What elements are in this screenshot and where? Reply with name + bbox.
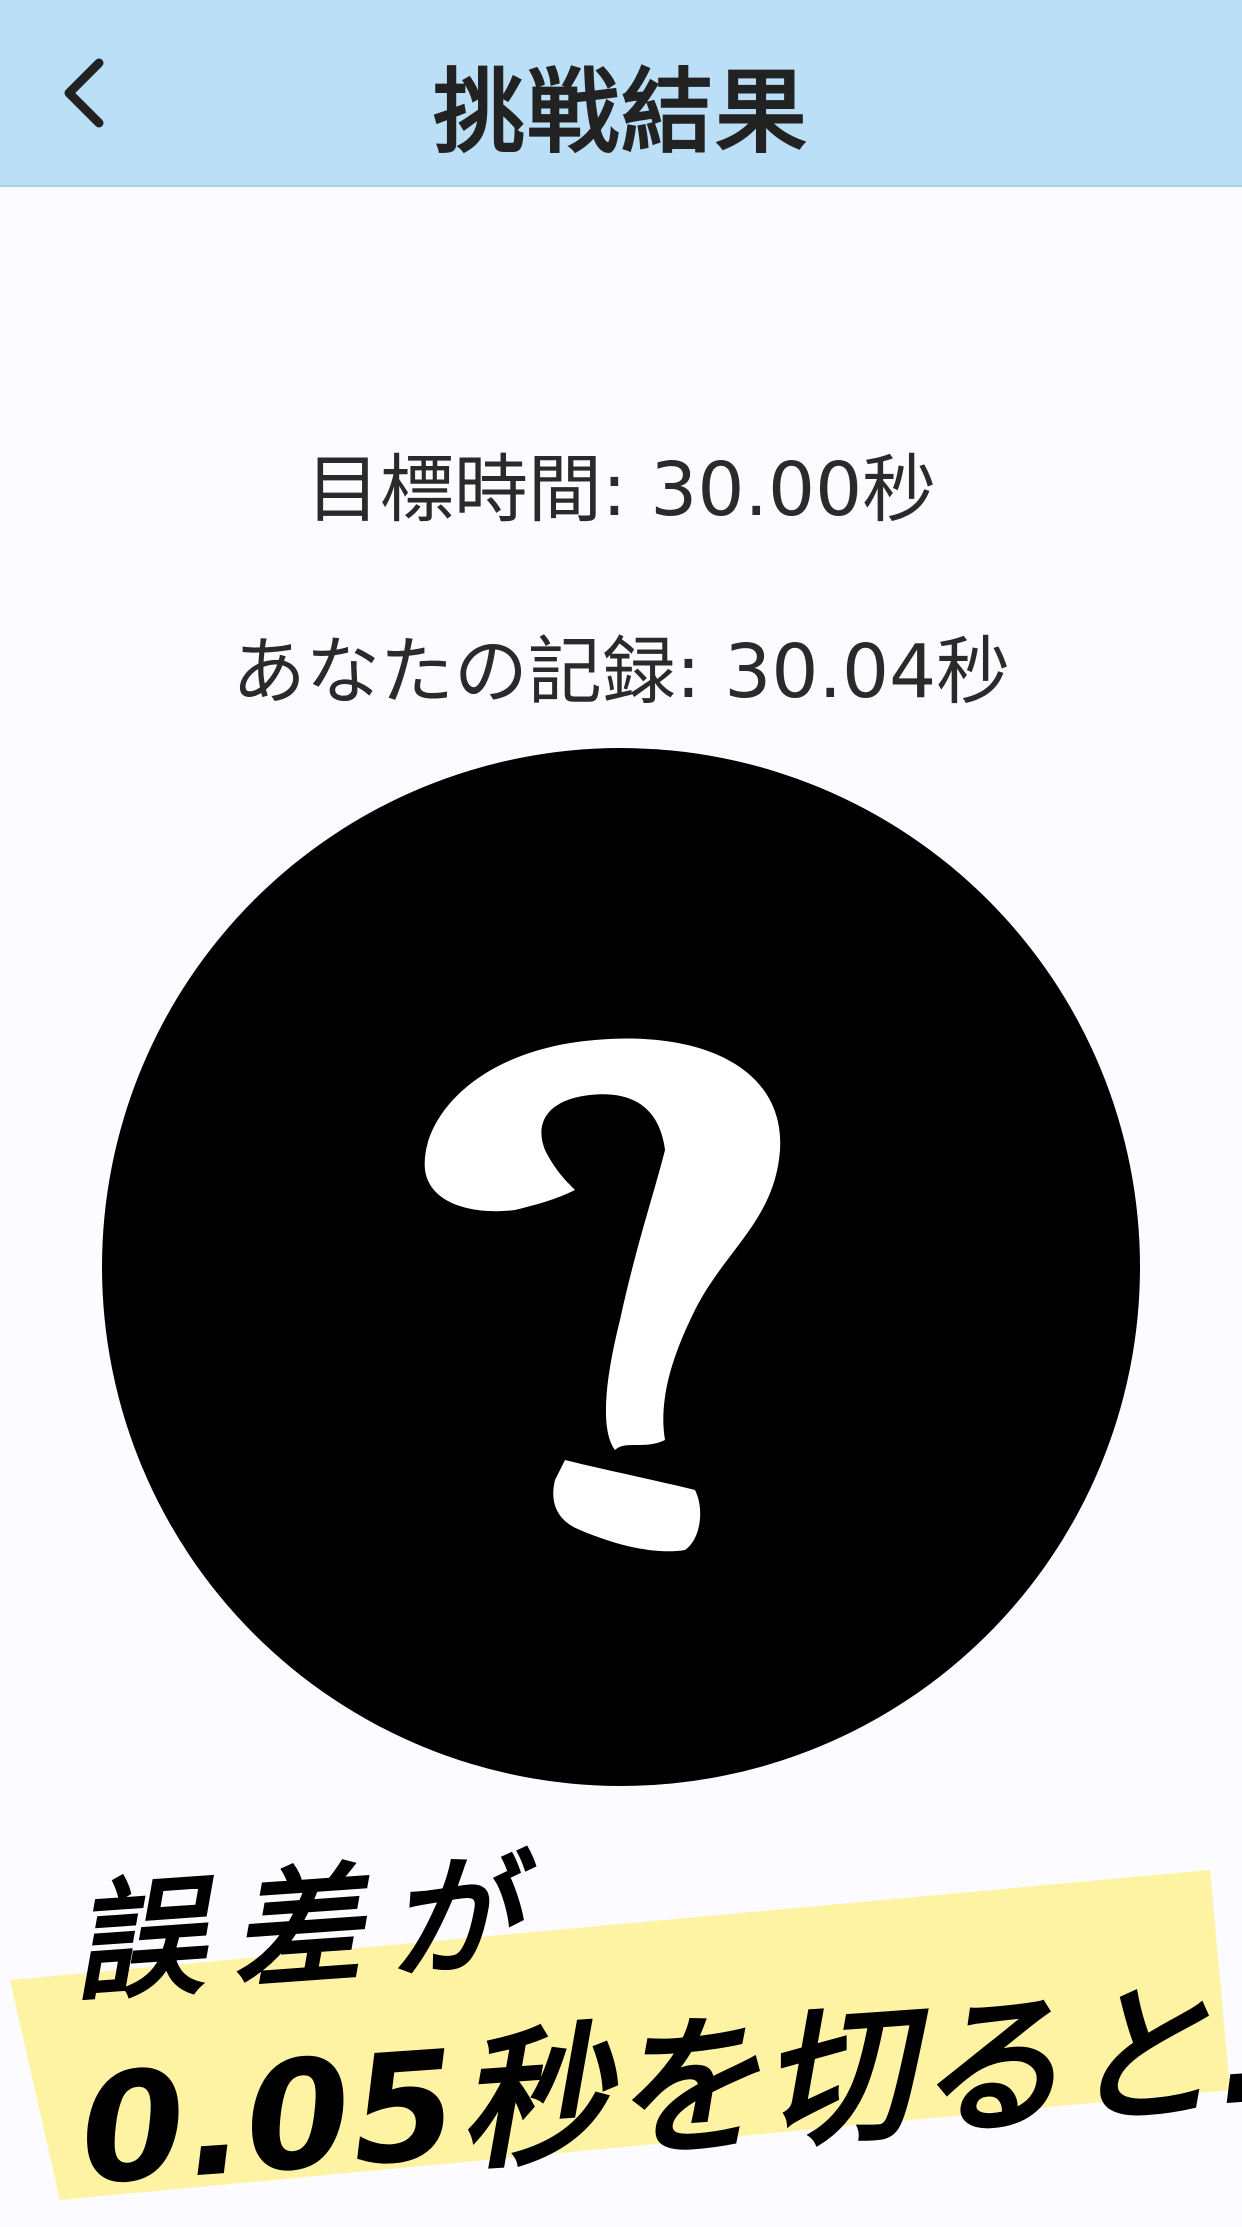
target-time-text: 目標時間: 30.00秒 — [305, 447, 937, 533]
header-bar: 挑戦結果 — [0, 0, 1242, 187]
your-record-text: あなたの記録: 30.04秒 — [231, 629, 1011, 715]
question-mark-icon — [424, 1038, 781, 1552]
page-title: 挑戦結果 — [432, 59, 809, 166]
